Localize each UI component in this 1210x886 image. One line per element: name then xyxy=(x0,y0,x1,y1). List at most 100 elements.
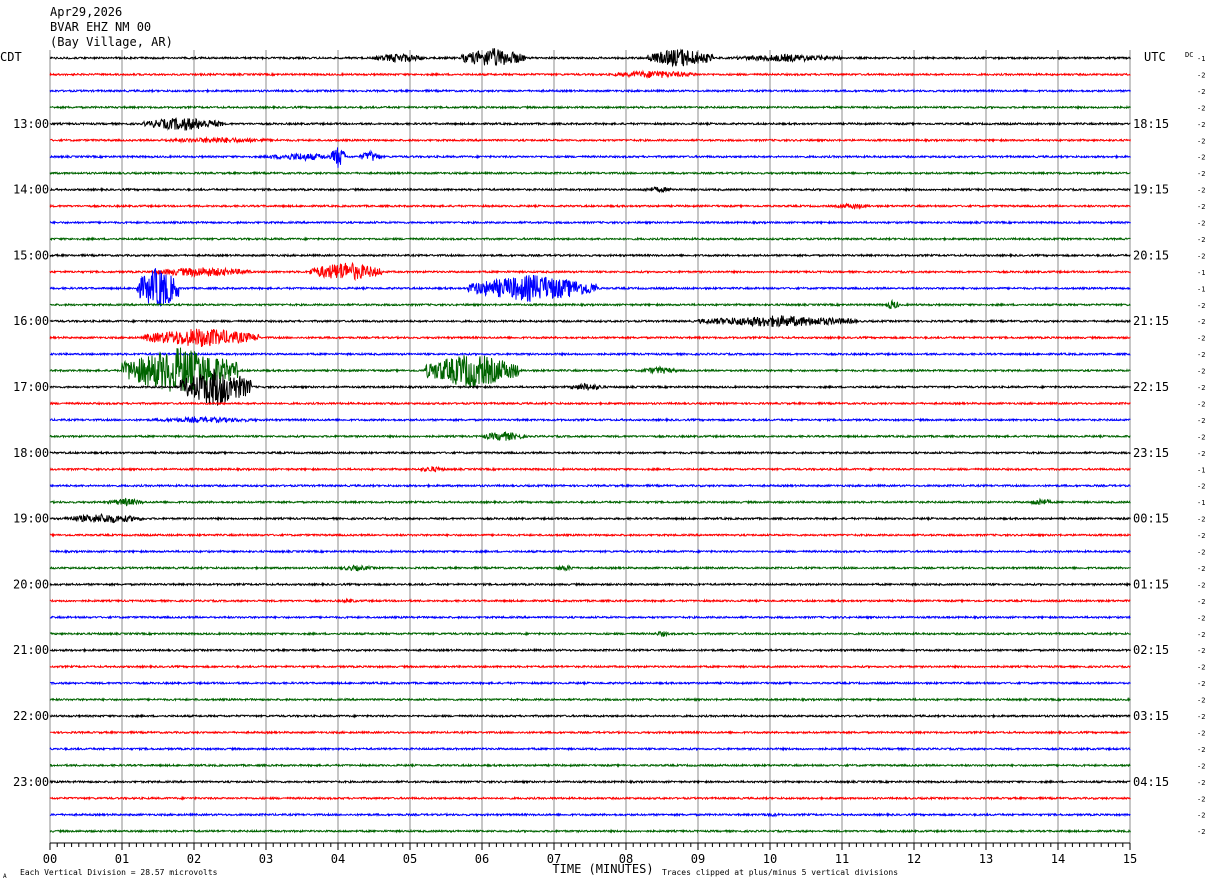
left-hour-label: 16:00 xyxy=(13,314,49,328)
x-tick-label: 12 xyxy=(907,852,921,866)
dc-offset-label: -1 xyxy=(1197,55,1205,63)
trace-11 xyxy=(49,236,1131,242)
dc-offset-label: -2 xyxy=(1197,746,1205,754)
trace-24 xyxy=(49,450,1131,456)
right-hour-labels: 18:15 19:15 20:15 21:15 22:15 23:15 00:15 01:15… xyxy=(1133,117,1169,789)
dc-offset-labels: -1 -2 -2 -2 -2 -2 -2 -2 -2 -2 -2 -2 -2 -1 -1 -2 -2 -2 -2 -2… xyxy=(1197,55,1205,836)
dc-offset-label: -2 xyxy=(1197,220,1205,228)
dc-offset-label: -2 xyxy=(1197,483,1205,491)
right-hour-label: 23:15 xyxy=(1133,446,1169,460)
right-hour-label: 00:15 xyxy=(1133,512,1169,526)
trace-15 xyxy=(49,298,1131,310)
x-tick-label: 03 xyxy=(259,852,273,866)
dc-offset-label: -2 xyxy=(1197,88,1205,96)
trace-23 xyxy=(49,431,1131,441)
dc-offset-label: -1 xyxy=(1197,285,1205,293)
trace-4 xyxy=(49,117,1131,131)
trace-25 xyxy=(50,465,1131,473)
trace-22 xyxy=(49,415,1131,424)
x-tick-label: 00 xyxy=(43,852,57,866)
trace-27 xyxy=(49,497,1131,507)
right-hour-label: 20:15 xyxy=(1133,248,1169,262)
trace-32 xyxy=(49,581,1131,588)
trace-40 xyxy=(49,713,1131,719)
corner-mark: A xyxy=(3,873,7,880)
dc-offset-label: -2 xyxy=(1197,203,1205,211)
dc-offset-label: -2 xyxy=(1197,828,1205,836)
dc-offset-label: -2 xyxy=(1197,187,1205,195)
dc-offset-label: -2 xyxy=(1197,417,1205,425)
trace-16 xyxy=(49,315,1131,328)
header-station: BVAR EHZ NM 00 xyxy=(50,20,151,34)
right-timezone: UTC xyxy=(1144,50,1166,64)
left-hour-label: 17:00 xyxy=(13,380,49,394)
left-hour-labels: 13:00 14:00 15:00 16:00 17:00 18:00 19:00 20:00… xyxy=(13,117,49,789)
x-tick-label: 11 xyxy=(835,852,849,866)
trace-28 xyxy=(49,513,1131,524)
dc-offset-label: -2 xyxy=(1197,664,1205,672)
x-tick-label: 02 xyxy=(187,852,201,866)
dc-offset-label: -2 xyxy=(1197,762,1205,770)
left-hour-label: 19:00 xyxy=(13,512,49,526)
trace-47 xyxy=(49,828,1131,834)
left-hour-label: 21:00 xyxy=(13,643,49,657)
right-hour-label: 03:15 xyxy=(1133,709,1169,723)
trace-29 xyxy=(49,532,1131,538)
trace-group xyxy=(49,48,1131,834)
dc-offset-label: -2 xyxy=(1197,779,1205,787)
dc-offset-label: -2 xyxy=(1197,252,1205,260)
trace-30 xyxy=(49,548,1131,555)
trace-1 xyxy=(49,69,1131,79)
dc-offset-label: -2 xyxy=(1197,368,1205,376)
dc-offset-label: -2 xyxy=(1197,236,1205,244)
trace-3 xyxy=(49,104,1131,110)
dc-offset-label: -2 xyxy=(1197,549,1205,557)
trace-33 xyxy=(49,597,1131,604)
dc-offset-label: -2 xyxy=(1197,351,1205,359)
x-tick-label: 10 xyxy=(763,852,777,866)
left-timezone: CDT xyxy=(0,50,22,64)
left-hour-label: 23:00 xyxy=(13,775,49,789)
header-location: (Bay Village, AR) xyxy=(50,35,173,49)
trace-10 xyxy=(50,219,1131,226)
trace-36 xyxy=(49,647,1131,653)
trace-14 xyxy=(49,268,1131,307)
trace-41 xyxy=(49,729,1131,736)
right-hour-label: 01:15 xyxy=(1133,577,1169,591)
left-hour-label: 18:00 xyxy=(13,446,49,460)
dc-offset-label: -2 xyxy=(1197,614,1205,622)
minute-gridlines xyxy=(49,50,1131,843)
scale-note: Each Vertical Division = 28.57 microvolt… xyxy=(20,868,218,877)
right-hour-label: 22:15 xyxy=(1133,380,1169,394)
left-hour-label: 14:00 xyxy=(13,183,49,197)
x-tick-label: 04 xyxy=(331,852,345,866)
dc-offset-label: -2 xyxy=(1197,697,1205,705)
dc-offset-label: -1 xyxy=(1197,499,1205,507)
trace-12 xyxy=(49,252,1131,259)
trace-26 xyxy=(49,482,1131,489)
dc-label: DC xyxy=(1185,51,1193,59)
trace-46 xyxy=(49,812,1131,818)
trace-0 xyxy=(49,48,1131,68)
trace-2 xyxy=(49,88,1131,94)
left-hour-label: 20:00 xyxy=(13,577,49,591)
right-hour-label: 02:15 xyxy=(1133,643,1169,657)
x-tick-label: 13 xyxy=(979,852,993,866)
trace-17 xyxy=(49,328,1131,348)
trace-44 xyxy=(49,779,1131,785)
trace-39 xyxy=(49,696,1131,703)
dc-offset-label: -2 xyxy=(1197,516,1205,524)
x-tick-label: 15 xyxy=(1123,852,1137,866)
x-tick-label: 14 xyxy=(1051,852,1065,866)
trace-5 xyxy=(49,136,1131,144)
trace-38 xyxy=(49,680,1131,686)
dc-offset-label: -2 xyxy=(1197,581,1205,589)
dc-offset-label: -2 xyxy=(1197,812,1205,820)
trace-7 xyxy=(49,170,1131,176)
dc-offset-label: -2 xyxy=(1197,647,1205,655)
dc-offset-label: -2 xyxy=(1197,450,1205,458)
right-hour-label: 18:15 xyxy=(1133,117,1169,131)
helicorder-plot: Apr29,2026 BVAR EHZ NM 00 (Bay Village, … xyxy=(0,5,1205,880)
dc-offset-label: -1 xyxy=(1197,466,1205,474)
trace-6 xyxy=(49,147,1131,168)
